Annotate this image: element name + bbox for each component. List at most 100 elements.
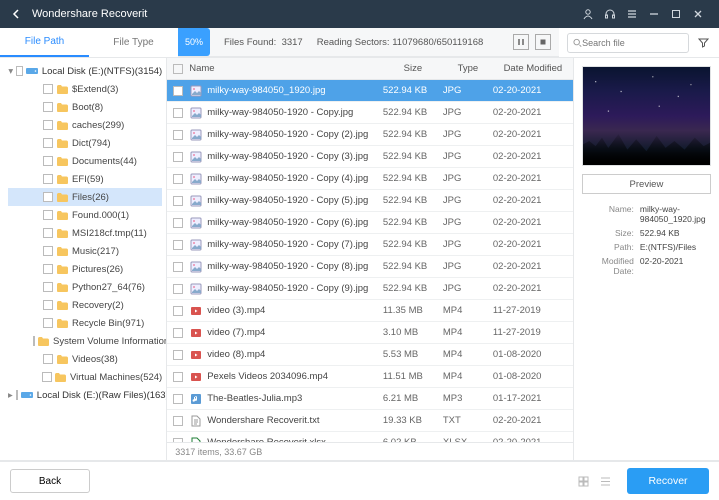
tree-item[interactable]: Recycle Bin(971) <box>8 314 162 332</box>
search-input[interactable] <box>582 38 683 48</box>
file-checkbox[interactable] <box>173 108 183 118</box>
recover-button[interactable]: Recover <box>627 468 709 494</box>
file-checkbox[interactable] <box>173 416 183 426</box>
tree-item[interactable]: Found.000(1) <box>8 206 162 224</box>
col-date[interactable]: Date Modified <box>493 63 573 74</box>
file-list[interactable]: milky-way-984050_1920.jpg522.94 KBJPG02-… <box>167 80 573 442</box>
file-row[interactable]: milky-way-984050-1920 - Copy (7).jpg522.… <box>167 234 573 256</box>
file-row[interactable]: milky-way-984050-1920 - Copy (8).jpg522.… <box>167 256 573 278</box>
tree-checkbox[interactable] <box>43 300 53 310</box>
file-row[interactable]: milky-way-984050-1920 - Copy (4).jpg522.… <box>167 168 573 190</box>
file-checkbox[interactable] <box>173 130 183 140</box>
file-row[interactable]: milky-way-984050-1920 - Copy (3).jpg522.… <box>167 146 573 168</box>
tree-item[interactable]: MSI218cf.tmp(11) <box>8 224 162 242</box>
file-checkbox[interactable] <box>173 372 183 382</box>
file-checkbox[interactable] <box>173 196 183 206</box>
file-checkbox[interactable] <box>173 328 183 338</box>
file-checkbox[interactable] <box>173 174 183 184</box>
file-checkbox[interactable] <box>173 306 183 316</box>
tree-checkbox[interactable] <box>43 246 53 256</box>
file-row[interactable]: milky-way-984050-1920 - Copy (9).jpg522.… <box>167 278 573 300</box>
file-type: JPG <box>443 129 493 140</box>
tree-checkbox[interactable] <box>43 192 53 202</box>
file-row[interactable]: video (3).mp411.35 MBMP411-27-2019 <box>167 300 573 322</box>
tree-checkbox[interactable] <box>42 372 51 382</box>
file-row[interactable]: video (7).mp43.10 MBMP411-27-2019 <box>167 322 573 344</box>
tree-checkbox[interactable] <box>43 354 53 364</box>
tree-item[interactable]: EFI(59) <box>8 170 162 188</box>
tree-item[interactable]: ▾Local Disk (E:)(NTFS)(3154) <box>8 62 162 80</box>
tree-checkbox[interactable] <box>43 282 53 292</box>
col-type[interactable]: Type <box>443 63 493 74</box>
file-row[interactable]: milky-way-984050-1920 - Copy (6).jpg522.… <box>167 212 573 234</box>
tree-item[interactable]: Pictures(26) <box>8 260 162 278</box>
file-row[interactable]: The-Beatles-Julia.mp36.21 MBMP301-17-202… <box>167 388 573 410</box>
headset-icon[interactable] <box>599 3 621 25</box>
minimize-icon[interactable] <box>643 3 665 25</box>
account-icon[interactable] <box>577 3 599 25</box>
tree-checkbox[interactable] <box>16 390 18 400</box>
tab-file-path[interactable]: File Path <box>0 28 89 57</box>
tree-checkbox[interactable] <box>43 102 53 112</box>
file-row[interactable]: milky-way-984050-1920 - Copy (2).jpg522.… <box>167 124 573 146</box>
tree-checkbox[interactable] <box>33 336 35 346</box>
tree-item[interactable]: Music(217) <box>8 242 162 260</box>
tree-checkbox[interactable] <box>16 66 22 76</box>
select-all-checkbox[interactable] <box>173 64 183 74</box>
tree-item[interactable]: Python27_64(76) <box>8 278 162 296</box>
col-name[interactable]: Name <box>189 63 383 74</box>
menu-icon[interactable] <box>621 3 643 25</box>
tree-item[interactable]: Boot(8) <box>8 98 162 116</box>
filter-icon[interactable] <box>695 33 711 53</box>
stop-scan-button[interactable] <box>535 34 551 50</box>
maximize-icon[interactable] <box>665 3 687 25</box>
file-checkbox[interactable] <box>173 240 183 250</box>
file-checkbox[interactable] <box>173 152 183 162</box>
back-button[interactable]: Back <box>10 469 90 493</box>
folder-tree[interactable]: ▾Local Disk (E:)(NTFS)(3154)$Extend(3)Bo… <box>0 58 166 460</box>
search-box[interactable] <box>567 33 689 53</box>
file-row[interactable]: milky-way-984050-1920 - Copy.jpg522.94 K… <box>167 102 573 124</box>
back-icon[interactable] <box>10 7 24 21</box>
tree-checkbox[interactable] <box>43 156 53 166</box>
expand-toggle-icon[interactable]: ▾ <box>8 66 13 77</box>
tree-item[interactable]: Documents(44) <box>8 152 162 170</box>
view-grid-icon[interactable] <box>575 473 591 489</box>
file-row[interactable]: milky-way-984050_1920.jpg522.94 KBJPG02-… <box>167 80 573 102</box>
col-size[interactable]: Size <box>383 63 443 74</box>
tree-item[interactable]: Recovery(2) <box>8 296 162 314</box>
close-icon[interactable] <box>687 3 709 25</box>
tree-item[interactable]: Virtual Machines(524) <box>8 368 162 386</box>
file-checkbox[interactable] <box>173 394 183 404</box>
file-checkbox[interactable] <box>173 284 183 294</box>
tree-item[interactable]: Videos(38) <box>8 350 162 368</box>
tree-checkbox[interactable] <box>43 84 53 94</box>
tree-item[interactable]: System Volume Information(50) <box>8 332 162 350</box>
tree-checkbox[interactable] <box>43 174 53 184</box>
file-row[interactable]: XWondershare Recoverit.xlsx6.02 KBXLSX02… <box>167 432 573 442</box>
tree-item[interactable]: ▸Local Disk (E:)(Raw Files)(163) <box>8 386 162 404</box>
file-row[interactable]: Wondershare Recoverit.txt19.33 KBTXT02-2… <box>167 410 573 432</box>
file-checkbox[interactable] <box>173 262 183 272</box>
expand-toggle-icon[interactable]: ▸ <box>8 390 13 401</box>
tree-item[interactable]: Dict(794) <box>8 134 162 152</box>
pause-scan-button[interactable] <box>513 34 529 50</box>
file-checkbox[interactable] <box>173 350 183 360</box>
tree-checkbox[interactable] <box>43 120 53 130</box>
view-list-icon[interactable] <box>597 473 613 489</box>
tree-item[interactable]: $Extend(3) <box>8 80 162 98</box>
tab-file-type[interactable]: File Type <box>89 28 178 57</box>
tree-checkbox[interactable] <box>43 210 53 220</box>
tree-checkbox[interactable] <box>43 318 53 328</box>
preview-button[interactable]: Preview <box>582 174 711 194</box>
file-row[interactable]: milky-way-984050-1920 - Copy (5).jpg522.… <box>167 190 573 212</box>
file-checkbox[interactable] <box>173 218 183 228</box>
tree-checkbox[interactable] <box>43 138 53 148</box>
file-row[interactable]: Pexels Videos 2034096.mp411.51 MBMP401-0… <box>167 366 573 388</box>
tree-checkbox[interactable] <box>43 264 53 274</box>
tree-item[interactable]: caches(299) <box>8 116 162 134</box>
file-checkbox[interactable] <box>173 86 183 96</box>
tree-item[interactable]: Files(26) <box>8 188 162 206</box>
file-row[interactable]: video (8).mp45.53 MBMP401-08-2020 <box>167 344 573 366</box>
tree-checkbox[interactable] <box>43 228 53 238</box>
